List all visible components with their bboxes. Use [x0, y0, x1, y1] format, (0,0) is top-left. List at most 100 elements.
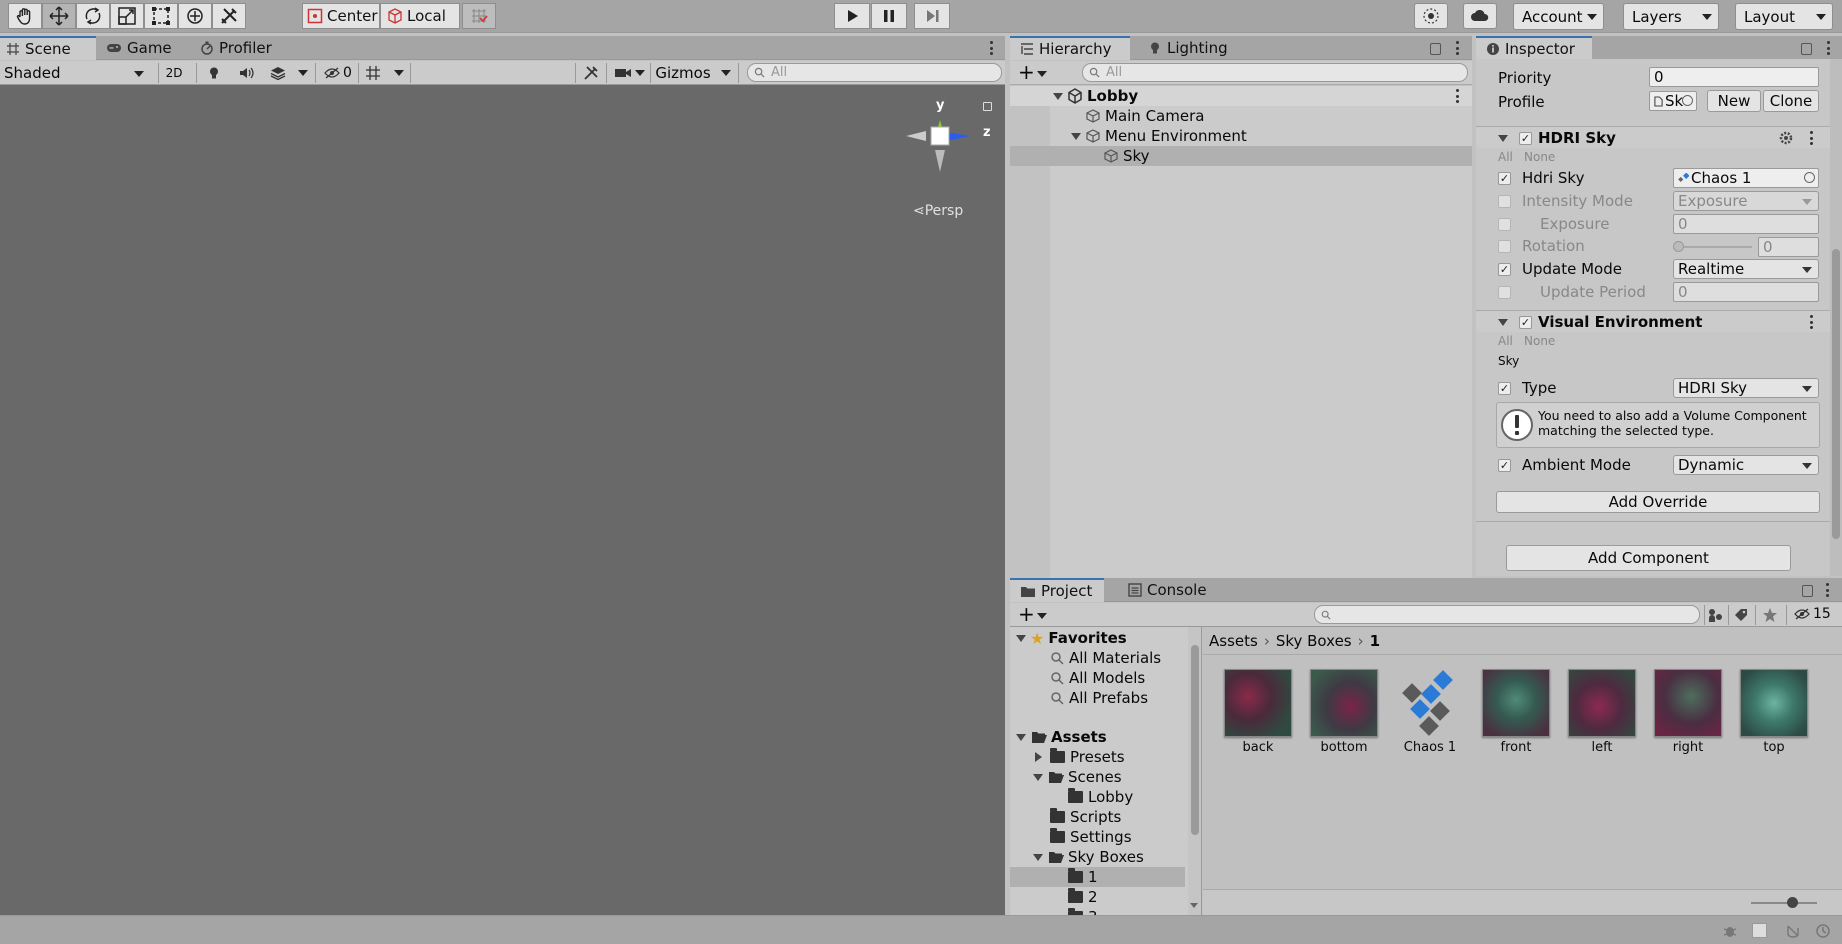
tree-sky-box-2[interactable]: 2	[1010, 887, 1185, 907]
breadcrumb-sky-boxes[interactable]: Sky Boxes	[1276, 632, 1352, 650]
scrollbar-thumb[interactable]	[1832, 249, 1840, 539]
gizmos-dropdown[interactable]	[719, 63, 733, 83]
tree-lobby-folder[interactable]: Lobby	[1010, 787, 1185, 807]
tab-console[interactable]: Console	[1122, 578, 1222, 602]
hdri-sky-header[interactable]: ✓ HDRI Sky	[1476, 126, 1830, 148]
tree-all-materials[interactable]: All Materials	[1010, 648, 1185, 668]
rect-tool-button[interactable]	[144, 3, 178, 29]
asset-chaos-1[interactable]: Chaos 1	[1390, 669, 1470, 755]
visual-environment-enabled-checkbox[interactable]: ✓	[1519, 316, 1532, 329]
update-mode-override-checkbox[interactable]: ✓	[1498, 263, 1511, 276]
hdri-sky-enabled-checkbox[interactable]: ✓	[1519, 132, 1532, 145]
star-icon[interactable]	[1762, 607, 1778, 623]
cloud-button[interactable]	[1463, 3, 1497, 29]
grid-toggle[interactable]	[362, 63, 384, 83]
tab-hierarchy[interactable]: Hierarchy	[1010, 36, 1130, 60]
tab-lighting[interactable]: Lighting	[1142, 36, 1242, 60]
hierarchy-item-sky[interactable]: Sky	[1010, 146, 1472, 166]
all-toggle[interactable]: All	[1498, 150, 1513, 164]
tab-game[interactable]: Game	[100, 36, 180, 60]
move-tool-button[interactable]	[42, 3, 76, 29]
profile-field[interactable]: Sk	[1649, 91, 1697, 111]
tree-sky-box-3[interactable]: 3	[1010, 907, 1185, 915]
lock-icon[interactable]	[1430, 43, 1441, 55]
sky-type-dropdown[interactable]: HDRI Sky	[1673, 378, 1819, 398]
draw-mode-dropdown[interactable]: Shaded	[4, 63, 146, 83]
exposure-override-checkbox[interactable]	[1498, 218, 1511, 231]
camera-dropdown[interactable]	[634, 63, 646, 83]
inspector-menu-icon[interactable]	[1826, 41, 1830, 55]
zoom-slider-track[interactable]	[1751, 902, 1817, 904]
effects-toggle[interactable]	[266, 63, 290, 83]
add-override-button[interactable]: Add Override	[1496, 491, 1820, 513]
expand-arrow-icon[interactable]	[1016, 634, 1026, 642]
scrollbar-thumb[interactable]	[1191, 645, 1199, 835]
hierarchy-item-main-camera[interactable]: Main Camera	[1010, 106, 1472, 126]
asset-front[interactable]: front	[1476, 669, 1556, 755]
hierarchy-menu-icon[interactable]	[1455, 41, 1459, 55]
create-asset-button[interactable]: +	[1018, 604, 1047, 624]
label-tag-icon[interactable]	[1733, 607, 1749, 623]
hierarchy-item-lobby[interactable]: Lobby	[1010, 86, 1472, 106]
lock-icon[interactable]	[1801, 43, 1812, 55]
gizmos-button[interactable]: Gizmos	[655, 63, 711, 83]
pause-button[interactable]	[871, 3, 907, 29]
intensity-mode-dropdown[interactable]: Exposure	[1673, 191, 1819, 211]
expand-arrow-icon[interactable]	[1035, 752, 1042, 762]
hdri-menu-icon[interactable]	[1809, 131, 1813, 145]
bug-icon[interactable]	[1722, 923, 1738, 939]
orientation-gizmo[interactable]: y z	[900, 98, 991, 185]
expand-arrow-icon[interactable]	[1071, 132, 1081, 140]
tree-all-prefabs[interactable]: All Prefabs	[1010, 688, 1185, 708]
update-period-field[interactable]: 0	[1673, 282, 1819, 302]
expand-arrow-icon[interactable]	[1033, 853, 1043, 861]
hand-tool-button[interactable]	[8, 3, 42, 29]
object-picker-icon[interactable]	[1804, 172, 1815, 183]
tab-profiler[interactable]: Profiler	[194, 36, 294, 60]
lock-icon[interactable]	[983, 102, 992, 111]
update-mode-dropdown[interactable]: Realtime	[1673, 259, 1819, 279]
scale-tool-button[interactable]	[110, 3, 144, 29]
visual-environment-menu-icon[interactable]	[1809, 315, 1813, 329]
priority-field[interactable]: 0	[1649, 67, 1819, 87]
collapse-arrow-icon[interactable]	[1498, 135, 1508, 142]
play-button[interactable]	[834, 3, 870, 29]
rotation-slider-track[interactable]	[1676, 246, 1752, 248]
object-picker-icon[interactable]	[1682, 95, 1693, 106]
scene-tools-button[interactable]	[580, 63, 602, 83]
hidden-packages-toggle[interactable]: 15	[1794, 606, 1831, 622]
2d-toggle[interactable]: 2D	[160, 63, 188, 83]
grid-dropdown[interactable]	[392, 63, 406, 83]
space-local-button[interactable]: Local	[380, 3, 460, 29]
scene-search-input[interactable]: All	[747, 63, 1002, 82]
tree-sky-box-1[interactable]: 1	[1010, 867, 1185, 887]
asset-left[interactable]: left	[1562, 669, 1642, 755]
tree-scenes[interactable]: Scenes	[1010, 767, 1185, 787]
exposure-field[interactable]: 0	[1673, 214, 1819, 234]
transform-tool-button[interactable]	[178, 3, 212, 29]
tree-scrollbar[interactable]	[1188, 627, 1201, 915]
step-button[interactable]	[914, 3, 950, 29]
zoom-slider-thumb[interactable]	[1787, 897, 1798, 908]
tree-assets[interactable]: Assets	[1010, 727, 1185, 747]
search-by-type-icon[interactable]	[1707, 607, 1723, 623]
project-search-input[interactable]	[1314, 605, 1700, 624]
create-button[interactable]: +	[1018, 62, 1047, 82]
ambient-mode-dropdown[interactable]: Dynamic	[1673, 455, 1819, 475]
hdri-sky-field[interactable]: Chaos 1	[1673, 168, 1819, 188]
none-toggle[interactable]: None	[1524, 150, 1555, 164]
rotation-field[interactable]: 0	[1758, 237, 1819, 257]
hierarchy-item-menu-environment[interactable]: Menu Environment	[1010, 126, 1472, 146]
rotate-tool-button[interactable]	[76, 3, 110, 29]
scene-viewport[interactable]: y z ⋖Persp	[0, 85, 1005, 915]
project-menu-icon[interactable]	[1825, 583, 1829, 597]
expand-arrow-icon[interactable]	[1016, 733, 1026, 741]
update-period-override-checkbox[interactable]	[1498, 286, 1511, 299]
scroll-down-icon[interactable]	[1190, 903, 1198, 908]
hierarchy-search-input[interactable]: All	[1082, 63, 1468, 82]
tree-scripts[interactable]: Scripts	[1010, 807, 1185, 827]
type-override-checkbox[interactable]: ✓	[1498, 382, 1511, 395]
visual-environment-header[interactable]: ✓ Visual Environment	[1476, 310, 1830, 332]
scene-menu-icon[interactable]	[1455, 89, 1459, 103]
inspector-scrollbar[interactable]	[1830, 59, 1842, 576]
